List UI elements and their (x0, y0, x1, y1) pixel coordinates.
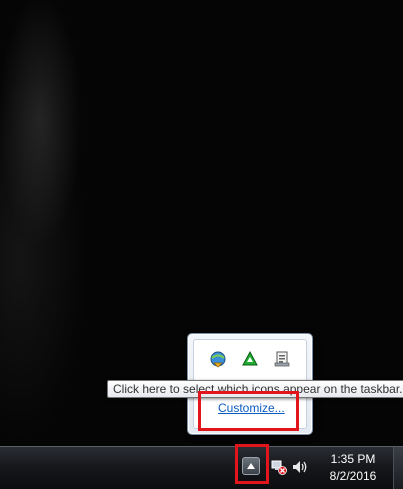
taskbar: 1:35 PM 8/2/2016 (0, 446, 403, 489)
customize-link[interactable]: Customize... (218, 401, 285, 415)
clock-time: 1:35 PM (330, 452, 376, 466)
green-triangle-app-icon[interactable] (239, 348, 261, 370)
overflow-icon-row (207, 348, 293, 370)
triangle-up-icon (247, 463, 255, 469)
clock-date: 8/2/2016 (329, 469, 377, 483)
speaker-icon[interactable] (292, 459, 310, 475)
tooltip: Click here to select which icons appear … (107, 380, 403, 398)
network-error-icon[interactable] (271, 459, 287, 475)
show-hidden-icons-button[interactable] (242, 457, 260, 475)
document-tray-icon[interactable] (271, 348, 293, 370)
show-desktop-button[interactable] (393, 447, 403, 489)
network-download-icon[interactable] (207, 348, 229, 370)
taskbar-clock[interactable]: 1:35 PM 8/2/2016 (318, 451, 388, 485)
